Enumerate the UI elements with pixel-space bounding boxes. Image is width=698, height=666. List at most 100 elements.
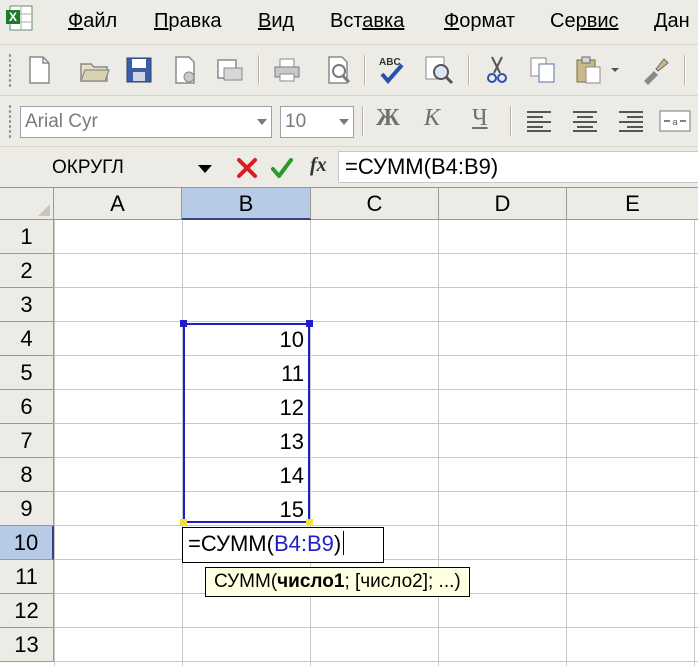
row-header-8[interactable]: 8 — [0, 458, 54, 492]
row-header-11[interactable]: 11 — [0, 560, 54, 594]
column-header-b[interactable]: B — [182, 188, 311, 220]
align-right-icon — [619, 111, 643, 132]
spelling-button[interactable]: ABC — [374, 51, 412, 89]
range-handle-top-left[interactable] — [180, 320, 187, 327]
paste-button[interactable] — [570, 51, 608, 89]
font-size-value: 10 — [285, 111, 307, 132]
range-handle-top-right[interactable] — [306, 320, 313, 327]
menu-insert[interactable]: Вставка — [330, 10, 404, 33]
range-handle-bottom-right[interactable] — [306, 519, 313, 526]
insert-function-button[interactable]: fx — [310, 154, 327, 177]
chevron-down-icon — [611, 68, 619, 72]
format-painter-brush-icon — [644, 58, 669, 85]
bold-button[interactable]: Ж — [376, 105, 400, 132]
menu-data-label: Дан — [654, 10, 690, 32]
row-header-9[interactable]: 9 — [0, 492, 54, 526]
merge-center-icon: a — [659, 110, 691, 132]
align-center-button[interactable] — [566, 102, 604, 140]
underline-button[interactable]: Ч — [472, 105, 488, 132]
text-caret — [343, 531, 345, 555]
menu-view[interactable]: Вид — [258, 10, 294, 33]
email-button[interactable] — [210, 51, 248, 89]
active-cell-editor[interactable]: =СУММ(B4:B9) — [182, 527, 384, 563]
row-header-4[interactable]: 4 — [0, 322, 54, 356]
column-header-e[interactable]: E — [567, 188, 698, 220]
row-header-6[interactable]: 6 — [0, 390, 54, 424]
row-header-3[interactable]: 3 — [0, 288, 54, 322]
row-header-2[interactable]: 2 — [0, 254, 54, 288]
tooltip-current-argument[interactable]: число1 — [277, 571, 344, 592]
toolbar-separator — [258, 55, 259, 85]
permission-icon — [175, 56, 195, 84]
formula-input[interactable]: =СУММ(B4:B9) — [338, 151, 698, 183]
edit-cell-suffix: ) — [333, 531, 342, 556]
paste-dropdown-button[interactable] — [606, 51, 624, 89]
column-header-c[interactable]: C — [311, 188, 439, 220]
open-button[interactable] — [76, 51, 114, 89]
copy-button[interactable] — [524, 51, 562, 89]
toolbar-separator — [362, 106, 363, 136]
cell-grid[interactable] — [54, 220, 698, 666]
menu-edit-rest: равка — [168, 10, 222, 32]
toolbar-separator — [364, 55, 365, 85]
toolbar-separator — [684, 55, 685, 85]
chevron-down-icon[interactable] — [198, 165, 212, 173]
edit-cell-prefix: =СУММ( — [188, 531, 274, 556]
menu-file[interactable]: Файл — [68, 10, 117, 33]
menu-tools-start: Се — [550, 10, 576, 32]
name-box[interactable]: ОКРУГЛ — [0, 151, 222, 183]
menu-file-rest: айл — [83, 10, 118, 32]
new-document-button[interactable] — [20, 51, 58, 89]
menu-edit[interactable]: Правка — [154, 10, 222, 33]
menu-format-accel: Ф — [444, 10, 460, 32]
column-header-a[interactable]: A — [54, 188, 182, 220]
print-preview-icon — [328, 56, 351, 84]
row-header-5[interactable]: 5 — [0, 356, 54, 390]
font-name-combo[interactable]: Arial Cyr — [20, 106, 272, 138]
align-right-button[interactable] — [612, 102, 650, 140]
research-button[interactable] — [420, 51, 458, 89]
toolbar-grip[interactable] — [8, 53, 12, 87]
enter-check-icon[interactable] — [270, 156, 294, 180]
svg-text:ABC: ABC — [379, 57, 401, 68]
formula-bar: ОКРУГЛ fx =СУММ(B4:B9) — [0, 147, 698, 188]
print-preview-button[interactable] — [320, 51, 358, 89]
toolbar-grip[interactable] — [8, 104, 12, 138]
printer-icon — [274, 58, 300, 82]
row-header-7[interactable]: 7 — [0, 424, 54, 458]
menu-edit-accel: П — [154, 10, 169, 32]
menu-bar: X Файл Правка Вид Вставка Формат Сервис … — [0, 0, 698, 45]
range-handle-bottom-left[interactable] — [180, 519, 187, 526]
align-left-button[interactable] — [520, 102, 558, 140]
column-header-d[interactable]: D — [439, 188, 567, 220]
save-button[interactable] — [120, 51, 158, 89]
chevron-down-icon[interactable] — [339, 119, 349, 125]
svg-text:a: a — [672, 117, 677, 127]
function-argument-tooltip[interactable]: СУММ(число1; [число2]; ...) — [205, 567, 470, 597]
row-header-13[interactable]: 13 — [0, 628, 54, 662]
spelling-check-icon: ABC — [379, 57, 404, 85]
paste-clipboard-icon — [576, 56, 601, 84]
reference-range-highlight — [183, 323, 310, 523]
menu-tools[interactable]: Сервис — [550, 10, 619, 33]
row-header-1[interactable]: 1 — [0, 220, 54, 254]
format-painter-button[interactable] — [636, 51, 674, 89]
tooltip-other-arguments: ; [число2]; ...) — [344, 571, 461, 592]
edit-cell-reference: B4:B9 — [273, 531, 334, 556]
print-button[interactable] — [268, 51, 306, 89]
row-header-10[interactable]: 10 — [0, 526, 54, 560]
new-document-icon — [29, 56, 50, 84]
chevron-down-icon[interactable] — [257, 119, 267, 125]
cut-button[interactable] — [478, 51, 516, 89]
permission-button[interactable] — [166, 51, 204, 89]
merge-center-button[interactable]: a — [656, 102, 694, 140]
italic-button[interactable]: К — [424, 105, 440, 132]
menu-format[interactable]: Формат — [444, 10, 515, 33]
open-folder-icon — [80, 63, 110, 82]
row-header-12[interactable]: 12 — [0, 594, 54, 628]
excel-app-icon[interactable]: X — [4, 2, 36, 34]
menu-data[interactable]: Дан — [654, 10, 690, 33]
select-all-corner[interactable] — [0, 188, 54, 220]
cancel-x-icon[interactable] — [236, 157, 258, 179]
font-size-combo[interactable]: 10 — [280, 106, 354, 138]
